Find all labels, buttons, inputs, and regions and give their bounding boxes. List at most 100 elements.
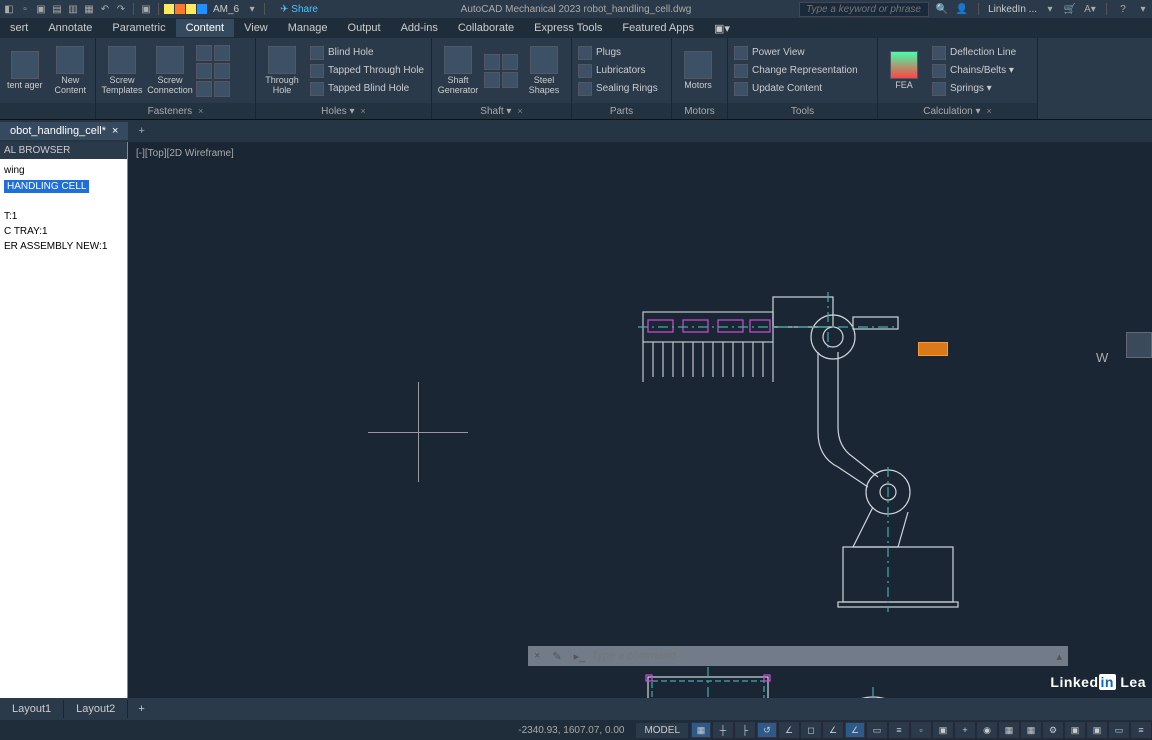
lwt-toggle-icon[interactable]: ≡: [889, 722, 909, 738]
layout-tab[interactable]: Layout1: [0, 700, 64, 718]
browser-root[interactable]: wing: [4, 163, 123, 178]
fastener-pin-icon[interactable]: [196, 63, 212, 79]
motors-button[interactable]: Motors: [676, 51, 720, 91]
layout-tab[interactable]: Layout2: [64, 700, 128, 718]
polar-toggle-icon[interactable]: ∠: [779, 722, 799, 738]
hardware-icon[interactable]: ▣: [1087, 722, 1107, 738]
viewport-label[interactable]: [-][Top][2D Wireframe]: [136, 148, 234, 159]
quickprops-icon[interactable]: ▦: [999, 722, 1019, 738]
dynucs-toggle-icon[interactable]: ∠: [845, 722, 865, 738]
add-layout-button[interactable]: +: [128, 700, 154, 718]
tab-featured[interactable]: Featured Apps: [612, 19, 704, 37]
chains-belts-button[interactable]: Chains/Belts ▾: [930, 63, 1018, 79]
new-tab-button[interactable]: +: [128, 122, 154, 140]
shaft-s4-icon[interactable]: [502, 72, 518, 88]
viewcube-face[interactable]: [1126, 332, 1152, 358]
tab-content[interactable]: Content: [176, 19, 235, 37]
panel-close-icon[interactable]: ×: [198, 106, 203, 116]
update-content-button[interactable]: Update Content: [732, 81, 860, 97]
search-icon[interactable]: 🔍: [935, 2, 949, 16]
deflection-button[interactable]: Deflection Line: [930, 45, 1018, 61]
otrack-toggle-icon[interactable]: ∠: [823, 722, 843, 738]
external-link[interactable]: LinkedIn ...: [988, 4, 1037, 15]
fastener-nut-icon[interactable]: [196, 45, 212, 61]
app-menu-icon[interactable]: ◧: [2, 2, 16, 16]
browser-node[interactable]: C TRAY:1: [4, 224, 123, 239]
external-dropdown-icon[interactable]: ▾: [1043, 2, 1057, 16]
help-dropdown-icon[interactable]: ▾: [1136, 2, 1150, 16]
units-icon[interactable]: ▦: [1021, 722, 1041, 738]
fastener-rivet-icon[interactable]: [214, 63, 230, 79]
ortho-toggle-icon[interactable]: ↺: [757, 722, 777, 738]
cart-icon[interactable]: 🛒: [1063, 2, 1077, 16]
panel-close-icon[interactable]: ×: [361, 106, 366, 116]
tab-annotate[interactable]: Annotate: [38, 19, 102, 37]
springs-button[interactable]: Springs ▾: [930, 81, 1018, 97]
through-hole-button[interactable]: Through Hole: [260, 46, 304, 96]
power-view-button[interactable]: Power View: [732, 45, 860, 61]
ribbon-overflow-icon[interactable]: ▣▾: [704, 19, 740, 38]
annomonitor-icon[interactable]: ◉: [977, 722, 997, 738]
content-manager-button[interactable]: tent ager: [4, 51, 46, 91]
panel-close-icon[interactable]: ×: [987, 106, 992, 116]
infer-toggle-icon[interactable]: ├: [735, 722, 755, 738]
fastener-washer-icon[interactable]: [214, 45, 230, 61]
snap-toggle-icon[interactable]: ┼: [713, 722, 733, 738]
browser-node-selected[interactable]: HANDLING CELL: [4, 180, 89, 193]
shaft-s1-icon[interactable]: [484, 54, 500, 70]
tab-collaborate[interactable]: Collaborate: [448, 19, 524, 37]
lubricators-button[interactable]: Lubricators: [576, 63, 660, 79]
doc-tab-active[interactable]: obot_handling_cell* ×: [0, 122, 128, 140]
osnap-toggle-icon[interactable]: ◻: [801, 722, 821, 738]
3dosnap-icon[interactable]: +: [955, 722, 975, 738]
text-size-icon[interactable]: A▾: [1083, 2, 1097, 16]
tapped-blind-button[interactable]: Tapped Blind Hole: [308, 81, 426, 97]
sealing-rings-button[interactable]: Sealing Rings: [576, 81, 660, 97]
save-icon[interactable]: ▤: [50, 2, 64, 16]
layer-color-swatches[interactable]: [164, 4, 207, 14]
help-icon[interactable]: ?: [1116, 2, 1130, 16]
plot-icon[interactable]: ▦: [82, 2, 96, 16]
browser-node[interactable]: T:1: [4, 209, 123, 224]
command-input[interactable]: [591, 650, 1050, 662]
cmdline-customize-icon[interactable]: ✎: [546, 650, 567, 663]
shaft-generator-button[interactable]: Shaft Generator: [436, 46, 480, 96]
new-icon[interactable]: ▫: [18, 2, 32, 16]
account-icon[interactable]: 👤: [955, 2, 969, 16]
plugs-button[interactable]: Plugs: [576, 45, 660, 61]
screw-connection-button[interactable]: Screw Connection: [148, 46, 192, 96]
saveas-icon[interactable]: ▥: [66, 2, 80, 16]
customize-statusbar-icon[interactable]: ≡: [1131, 722, 1151, 738]
viewcube[interactable]: W: [1106, 322, 1152, 382]
tab-parametric[interactable]: Parametric: [102, 19, 175, 37]
shaft-s2-icon[interactable]: [502, 54, 518, 70]
tab-manage[interactable]: Manage: [278, 19, 338, 37]
drawing-canvas[interactable]: [-][Top][2D Wireframe]: [128, 142, 1152, 698]
layer-dropdown-arrow[interactable]: ▾: [245, 2, 259, 16]
tab-insert[interactable]: sert: [0, 19, 38, 37]
close-tab-icon[interactable]: ×: [112, 125, 118, 137]
workspace-icon[interactable]: ⚙: [1043, 722, 1063, 738]
cleanscreen-icon[interactable]: ▭: [1109, 722, 1129, 738]
layer-dropdown[interactable]: AM_6: [209, 4, 243, 15]
tab-addins[interactable]: Add-ins: [391, 19, 448, 37]
steel-shapes-button[interactable]: Steel Shapes: [522, 46, 566, 96]
model-space-button[interactable]: MODEL: [636, 723, 688, 738]
fastener-misc1-icon[interactable]: [196, 81, 212, 97]
cmdline-history-icon[interactable]: ▴: [1050, 650, 1068, 663]
help-search-input[interactable]: [799, 2, 929, 17]
undo-icon[interactable]: ↶: [98, 2, 112, 16]
fastener-misc2-icon[interactable]: [214, 81, 230, 97]
tapped-through-button[interactable]: Tapped Through Hole: [308, 63, 426, 79]
screw-templates-button[interactable]: Screw Templates: [100, 46, 144, 96]
transparency-icon[interactable]: ▫: [911, 722, 931, 738]
open-icon[interactable]: ▣: [34, 2, 48, 16]
shaft-s3-icon[interactable]: [484, 72, 500, 88]
tab-express[interactable]: Express Tools: [524, 19, 612, 37]
layer-iso-icon[interactable]: ▣: [139, 2, 153, 16]
grid-toggle-icon[interactable]: ▦: [691, 722, 711, 738]
blind-hole-button[interactable]: Blind Hole: [308, 45, 426, 61]
cmdline-close-icon[interactable]: ×: [528, 650, 546, 662]
redo-icon[interactable]: ↷: [114, 2, 128, 16]
tab-output[interactable]: Output: [338, 19, 391, 37]
